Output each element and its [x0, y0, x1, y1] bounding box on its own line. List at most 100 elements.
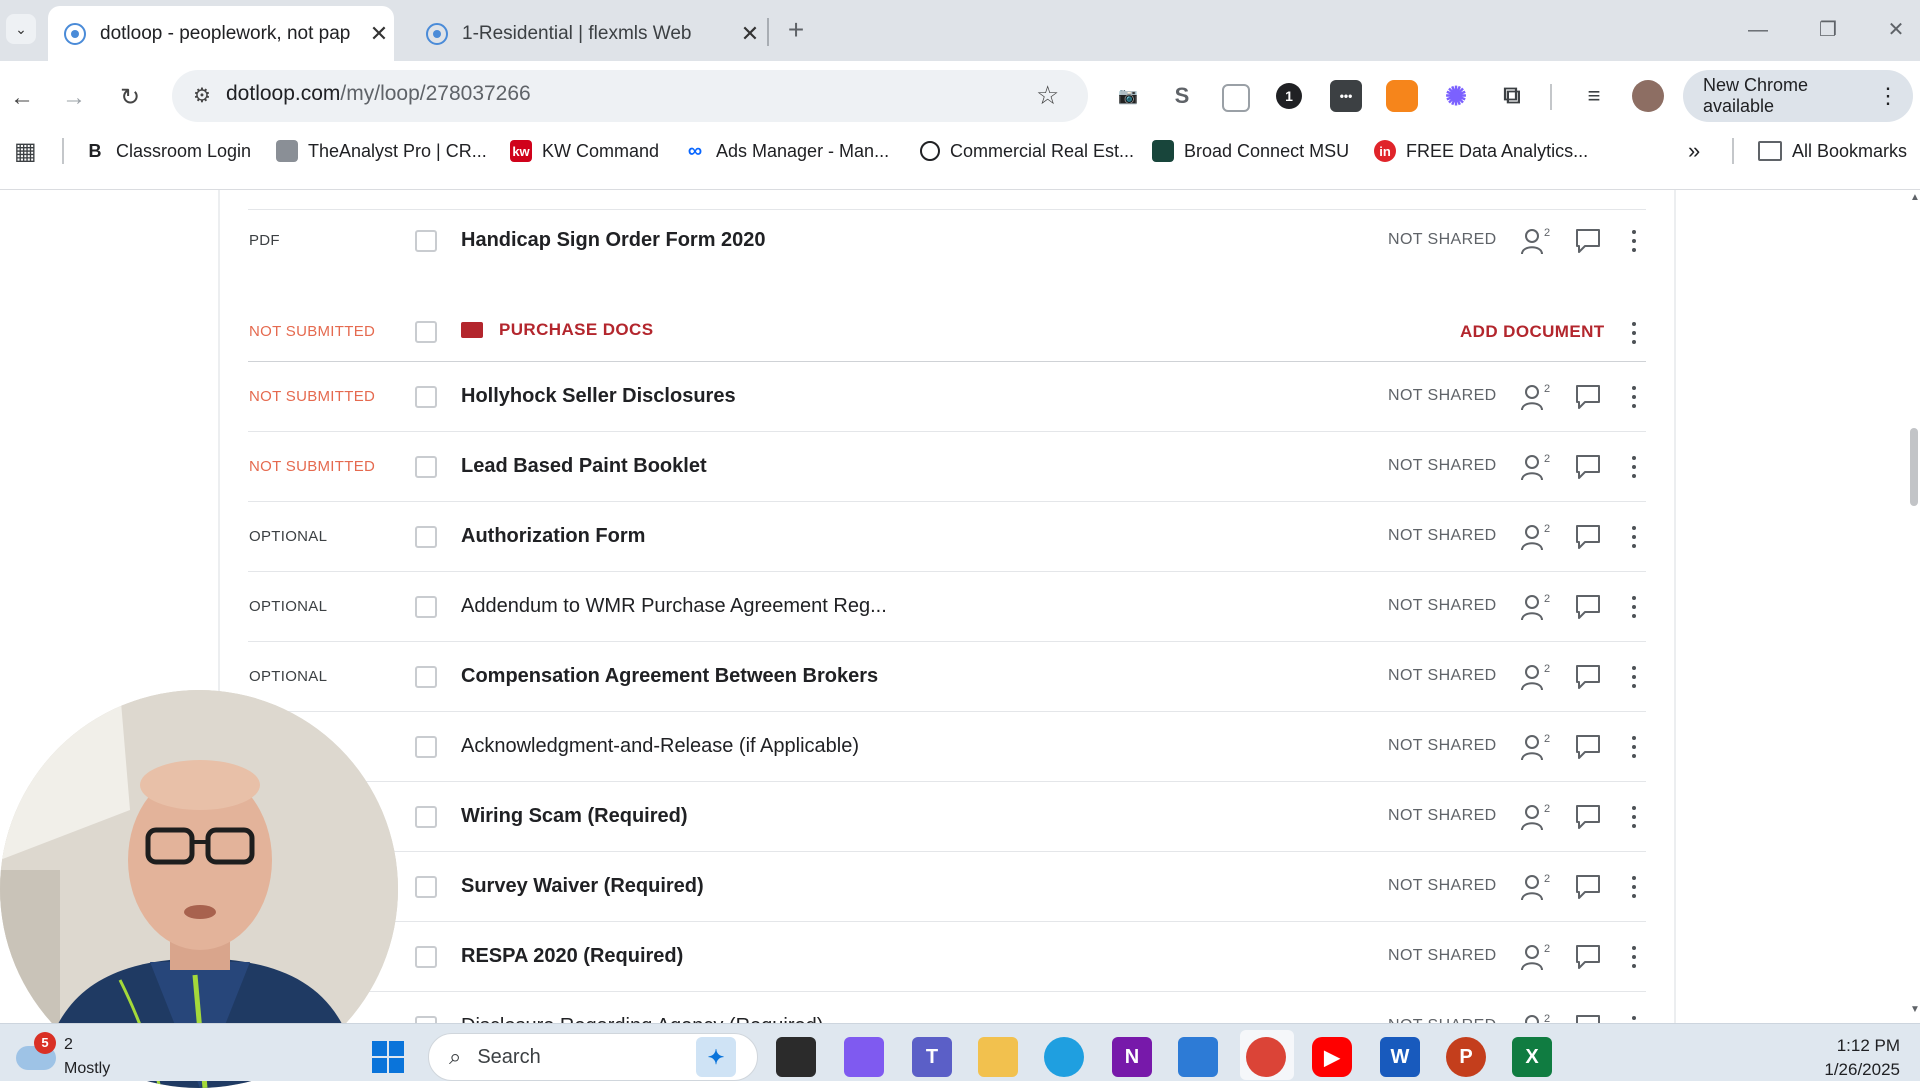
microsoft-store-icon[interactable] — [1178, 1037, 1218, 1077]
close-tab-icon[interactable]: ✕ — [364, 21, 394, 47]
document-name[interactable]: Authorization Form — [461, 525, 645, 548]
add-document-button[interactable]: ADD DOCUMENT — [1460, 322, 1605, 342]
participants-icon[interactable]: 2 — [1520, 522, 1554, 552]
document-checkbox[interactable] — [415, 230, 437, 252]
url-text[interactable]: dotloop.com/my/loop/278037266 — [226, 82, 531, 106]
document-checkbox[interactable] — [415, 876, 437, 898]
word-icon[interactable]: W — [1380, 1037, 1420, 1077]
document-checkbox[interactable] — [415, 806, 437, 828]
file-explorer-icon[interactable] — [978, 1037, 1018, 1077]
bookmark-theanalyst[interactable]: TheAnalyst Pro | CR... — [276, 138, 487, 164]
comment-icon[interactable] — [1574, 593, 1602, 621]
participants-icon[interactable]: 2 — [1520, 226, 1554, 256]
row-menu-icon[interactable] — [1626, 662, 1642, 692]
tab-search-chevron-icon[interactable]: ⌄ — [6, 14, 36, 44]
close-tab-icon[interactable]: ✕ — [735, 21, 765, 47]
bookmark-broad-connect[interactable]: Broad Connect MSU — [1152, 138, 1349, 164]
comment-icon[interactable] — [1574, 943, 1602, 971]
comment-icon[interactable] — [1574, 227, 1602, 255]
new-tab-button[interactable]: + — [780, 12, 812, 48]
site-info-icon[interactable]: ⚙ — [188, 82, 216, 110]
windows-start-icon[interactable] — [368, 1037, 408, 1077]
document-checkbox[interactable] — [415, 736, 437, 758]
youtube-icon[interactable]: ▶ — [1312, 1037, 1352, 1077]
minimize-icon[interactable]: — — [1738, 10, 1778, 50]
row-menu-icon[interactable] — [1626, 942, 1642, 972]
participants-icon[interactable]: 2 — [1520, 452, 1554, 482]
document-name[interactable]: Wiring Scam (Required) — [461, 805, 688, 828]
new-chrome-available-button[interactable]: New Chrome available ⋮ — [1683, 70, 1913, 122]
task-view-icon[interactable] — [776, 1037, 816, 1077]
bookmark-ads-manager[interactable]: ∞ Ads Manager - Man... — [684, 138, 889, 164]
bookmark-commercial-real-estate[interactable]: Commercial Real Est... — [920, 138, 1134, 164]
more-bookmarks-chevron-icon[interactable]: » — [1688, 138, 1700, 164]
forward-arrow-icon[interactable]: → — [56, 80, 92, 116]
participants-icon[interactable]: 2 — [1520, 592, 1554, 622]
profile-avatar[interactable] — [1632, 80, 1664, 112]
document-name[interactable]: Addendum to WMR Purchase Agreement Reg..… — [461, 595, 887, 618]
comment-icon[interactable] — [1574, 663, 1602, 691]
all-bookmarks-button[interactable]: All Bookmarks — [1758, 138, 1907, 164]
bookmark-kw-command[interactable]: kw KW Command — [510, 138, 659, 164]
folder-menu-icon[interactable] — [1626, 318, 1642, 348]
document-name[interactable]: RESPA 2020 (Required) — [461, 945, 683, 968]
reader-extension-icon[interactable] — [1222, 84, 1250, 112]
system-clock[interactable]: 1:12 PM 1/26/2025 — [1800, 1034, 1900, 1082]
back-arrow-icon[interactable]: ← — [4, 80, 40, 116]
camera-extension-icon[interactable]: 📷 — [1112, 80, 1144, 112]
window-close-icon[interactable]: ✕ — [1876, 10, 1916, 50]
row-menu-icon[interactable] — [1626, 226, 1642, 256]
comment-icon[interactable] — [1574, 803, 1602, 831]
tab-flexmls[interactable]: 1-Residential | flexmls Web ✕ — [410, 6, 765, 61]
restore-icon[interactable]: ❐ — [1808, 10, 1848, 50]
row-menu-icon[interactable] — [1626, 872, 1642, 902]
copilot-fish-icon[interactable]: ✦ — [696, 1037, 736, 1077]
bookmark-free-data-analytics[interactable]: in FREE Data Analytics... — [1374, 138, 1588, 164]
s-extension-icon[interactable]: S — [1166, 80, 1198, 112]
bookmark-star-icon[interactable]: ☆ — [1036, 80, 1059, 111]
reload-icon[interactable]: ↻ — [112, 80, 148, 116]
document-name[interactable]: Compensation Agreement Between Brokers — [461, 665, 878, 688]
document-checkbox[interactable] — [415, 386, 437, 408]
document-checkbox[interactable] — [415, 596, 437, 618]
document-name[interactable]: Acknowledgment-and-Release (if Applicabl… — [461, 735, 859, 758]
document-checkbox[interactable] — [415, 666, 437, 688]
tab-dotloop[interactable]: dotloop - peoplework, not pap ✕ — [48, 6, 394, 61]
document-checkbox[interactable] — [415, 946, 437, 968]
comment-icon[interactable] — [1574, 873, 1602, 901]
scroll-down-arrow-icon[interactable]: ▼ — [1910, 1004, 1920, 1015]
dots-extension-icon[interactable]: ••• — [1330, 80, 1362, 112]
copilot-icon[interactable] — [844, 1037, 884, 1077]
apps-grid-icon[interactable]: ▦ — [14, 138, 37, 165]
participants-icon[interactable]: 2 — [1520, 872, 1554, 902]
document-checkbox[interactable] — [415, 456, 437, 478]
powerpoint-icon[interactable]: P — [1446, 1037, 1486, 1077]
row-menu-icon[interactable] — [1626, 452, 1642, 482]
chrome-icon[interactable] — [1246, 1037, 1286, 1077]
folder-purchase-docs[interactable]: PURCHASE DOCS — [461, 320, 653, 340]
metamask-fox-icon[interactable] — [1386, 80, 1418, 112]
teams-icon[interactable]: T — [912, 1037, 952, 1077]
document-checkbox[interactable] — [415, 526, 437, 548]
row-menu-icon[interactable] — [1626, 522, 1642, 552]
chrome-menu-icon[interactable]: ⋮ — [1877, 83, 1899, 109]
comment-icon[interactable] — [1574, 523, 1602, 551]
row-menu-icon[interactable] — [1626, 382, 1642, 412]
folder-checkbox[interactable] — [415, 321, 437, 343]
document-name[interactable]: Survey Waiver (Required) — [461, 875, 704, 898]
participants-icon[interactable]: 2 — [1520, 662, 1554, 692]
extensions-puzzle-icon[interactable]: ⧉ — [1496, 80, 1528, 112]
document-name[interactable]: Handicap Sign Order Form 2020 — [461, 229, 766, 252]
row-menu-icon[interactable] — [1626, 732, 1642, 762]
bookmark-classroom-login[interactable]: B Classroom Login — [84, 138, 251, 164]
comment-icon[interactable] — [1574, 383, 1602, 411]
gear-extension-icon[interactable]: ✺ — [1440, 80, 1472, 112]
participants-icon[interactable]: 2 — [1520, 942, 1554, 972]
participants-icon[interactable]: 2 — [1520, 382, 1554, 412]
comment-icon[interactable] — [1574, 733, 1602, 761]
comment-icon[interactable] — [1574, 453, 1602, 481]
scrollbar-thumb[interactable] — [1910, 428, 1918, 506]
participants-icon[interactable]: 2 — [1520, 802, 1554, 832]
document-name[interactable]: Lead Based Paint Booklet — [461, 455, 707, 478]
participants-icon[interactable]: 2 — [1520, 732, 1554, 762]
